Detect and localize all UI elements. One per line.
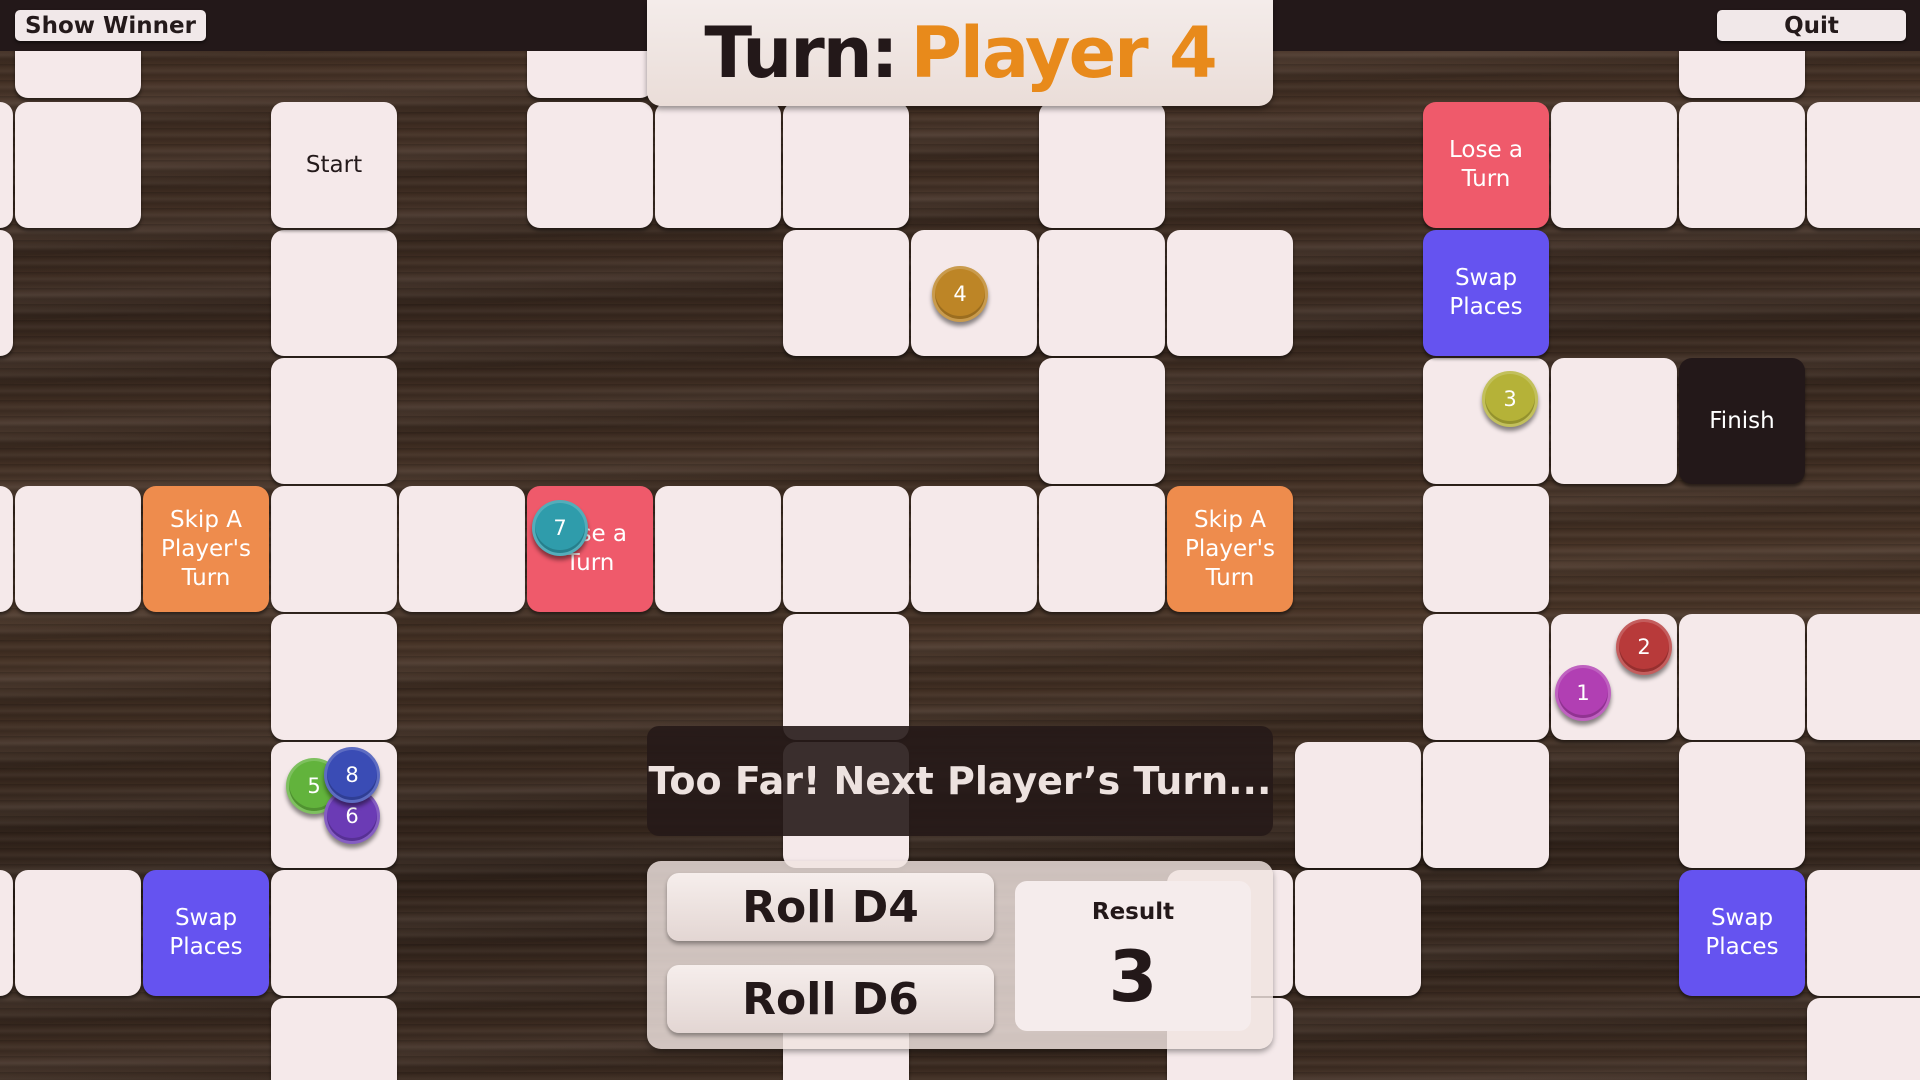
board-tile (271, 230, 397, 356)
player-token-3[interactable]: 3 (1482, 371, 1538, 427)
swap-places-tile: Swap Places (1679, 870, 1805, 996)
start-tile: Start (271, 102, 397, 228)
swap-places-label: Swap Places (1449, 265, 1523, 320)
board-tile (1039, 230, 1165, 356)
board-tile (1295, 870, 1421, 996)
board-tile (1551, 358, 1677, 484)
board-tile (1807, 998, 1920, 1080)
roll-d4-button[interactable]: Roll D4 (667, 873, 994, 941)
board-tile (1167, 230, 1293, 356)
board-tile (1807, 102, 1920, 228)
roll-result-box: Result 3 (1015, 881, 1251, 1031)
board-tile (1423, 358, 1549, 484)
board-tile (0, 486, 13, 612)
skip-turn-label: Skip A Player's Turn (1185, 506, 1275, 591)
start-tile-label: Start (305, 151, 363, 178)
board-tile (1039, 358, 1165, 484)
board-tile (271, 486, 397, 612)
board-tile (655, 486, 781, 612)
skip-a-players-turn-tile: Skip A Player's Turn (143, 486, 269, 612)
lose-a-turn-label: Lose a Turn (1448, 137, 1524, 192)
board-tile (1679, 102, 1805, 228)
player-token-1[interactable]: 1 (1555, 665, 1611, 721)
board-tile (1039, 102, 1165, 228)
board-tile (15, 486, 141, 612)
board-tile (0, 230, 13, 356)
board-tile (527, 102, 653, 228)
board-tile (1551, 102, 1677, 228)
board-tile (1423, 614, 1549, 740)
board-tile (1679, 742, 1805, 868)
board-tile (0, 870, 13, 996)
board-tile (1807, 870, 1920, 996)
board-tile (783, 102, 909, 228)
result-label: Result (1091, 899, 1175, 925)
skip-turn-label: Skip A Player's Turn (161, 506, 251, 591)
show-winner-button[interactable]: Show Winner (15, 10, 206, 41)
board-tile (0, 102, 13, 228)
board-tile (1039, 486, 1165, 612)
swap-places-tile: Swap Places (1423, 230, 1549, 356)
player-token-7[interactable]: 7 (532, 500, 588, 556)
board-tile (1423, 742, 1549, 868)
board-tile (271, 998, 397, 1080)
swap-places-label: Swap Places (169, 905, 243, 960)
board-tile (271, 358, 397, 484)
board-tile (1679, 614, 1805, 740)
turn-indicator: Turn: Player 4 (647, 0, 1273, 106)
board-tile (271, 614, 397, 740)
quit-button[interactable]: Quit (1717, 10, 1906, 41)
lose-a-turn-tile: Lose a Turn (1423, 102, 1549, 228)
current-player-name: Player 4 (910, 12, 1218, 94)
dice-panel: Roll D4 Roll D6 Result 3 (647, 861, 1273, 1049)
board-tile (399, 486, 525, 612)
player-token-2[interactable]: 2 (1616, 619, 1672, 675)
result-value: 3 (1108, 936, 1158, 1018)
board-tile (1295, 742, 1421, 868)
board-tile (1423, 486, 1549, 612)
finish-tile-label: Finish (1709, 407, 1775, 434)
board-tile (783, 230, 909, 356)
board-tile (911, 486, 1037, 612)
board-tile (783, 486, 909, 612)
player-token-4[interactable]: 4 (932, 266, 988, 322)
board-tile (15, 870, 141, 996)
player-token-8[interactable]: 8 (324, 747, 380, 803)
swap-places-label: Swap Places (1705, 905, 1779, 960)
skip-a-players-turn-tile: Skip A Player's Turn (1167, 486, 1293, 612)
finish-tile: Finish (1679, 358, 1805, 484)
roll-d6-button[interactable]: Roll D6 (667, 965, 994, 1033)
board-tile (783, 614, 909, 740)
status-message: Too Far! Next Player’s Turn... (647, 726, 1273, 836)
board-tile (655, 102, 781, 228)
board-tile (271, 870, 397, 996)
swap-places-tile: Swap Places (143, 870, 269, 996)
board-tile (15, 102, 141, 228)
turn-label: Turn: (704, 12, 898, 94)
board-tile (1807, 614, 1920, 740)
